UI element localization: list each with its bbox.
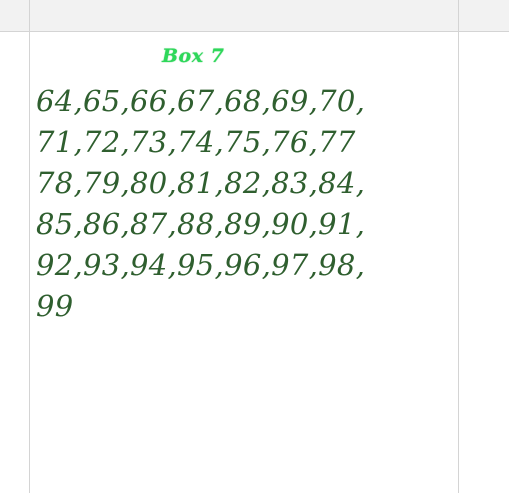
column-header-right[interactable] <box>459 0 509 32</box>
grid-line-right <box>458 0 459 493</box>
number-line: 71,72,73,74,75,76,77 <box>36 125 356 159</box>
spreadsheet-view: Box 7 64,65,66,67,68,69,70, 71,72,73,74,… <box>0 0 509 493</box>
column-header-main[interactable] <box>30 0 458 32</box>
number-line: 64,65,66,67,68,69,70, <box>36 84 366 118</box>
number-line: 99 <box>36 289 74 323</box>
number-line: 92,93,94,95,96,97,98, <box>36 248 366 282</box>
number-line: 78,79,80,81,82,83,84, <box>36 166 366 200</box>
column-header-left[interactable] <box>0 0 29 32</box>
column-header-row <box>0 0 509 32</box>
handwritten-note-cell[interactable]: Box 7 64,65,66,67,68,69,70, 71,72,73,74,… <box>30 33 458 493</box>
number-line: 85,86,87,88,89,90,91, <box>36 207 366 241</box>
box-title: Box 7 <box>162 45 225 67</box>
number-list: 64,65,66,67,68,69,70, 71,72,73,74,75,76,… <box>36 81 365 327</box>
